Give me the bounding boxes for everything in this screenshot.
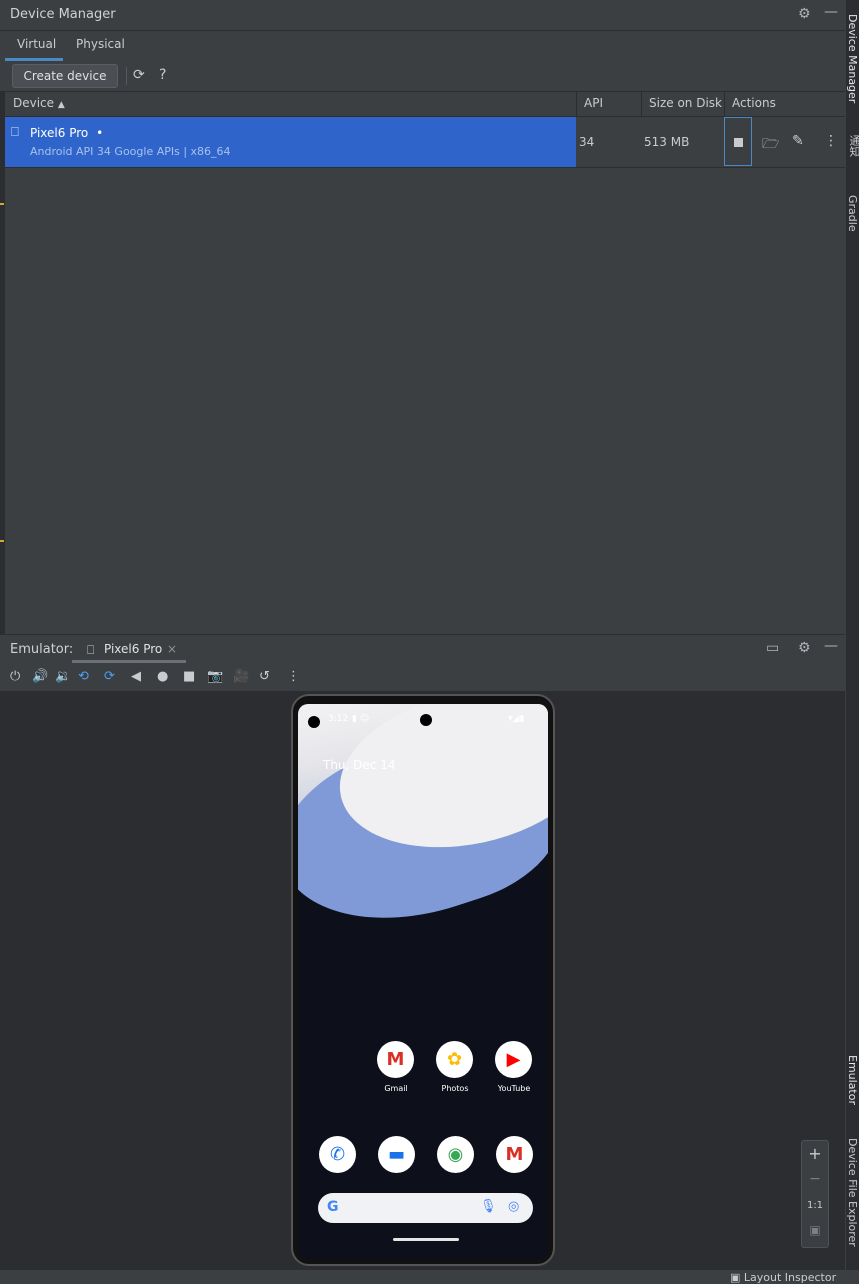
create-device-button[interactable]: Create device [12,64,118,88]
maximize-icon[interactable]: ▭ [766,640,779,656]
column-separator [724,92,725,116]
phone-frame: 3:12 ▮ ☺ ▾◢▮ Thu, Dec 14 M Gmail ✿ Photo… [291,694,555,1266]
notifications-tool-tab[interactable]: 通知 [846,135,859,157]
device-file-explorer-tool-tab[interactable]: Device File Explorer [846,1138,859,1247]
toolbar-divider [126,67,127,85]
edge-marker [0,540,4,542]
column-separator [576,92,577,116]
gesture-home-bar[interactable] [393,1238,459,1241]
snapshot-icon[interactable]: ↺ [259,669,270,684]
active-tab-indicator [72,660,186,663]
overview-icon[interactable]: ■ [183,669,195,684]
bottom-status-bar: ▣ Layout Inspector [0,1270,859,1284]
column-actions: Actions [732,96,776,110]
table-row[interactable]: ⎕ Pixel6 Pro • Android API 34 Google API… [5,117,576,167]
column-separator [641,92,642,116]
layout-inspector-tab[interactable]: ▣ Layout Inspector [730,1271,836,1284]
device-manager-titlebar: Device Manager ⚙ — [0,0,845,31]
volume-up-icon[interactable]: 🔊 [32,669,48,684]
zoom-in-button[interactable]: + [802,1144,828,1163]
notification-icons: ▮ ☺ [352,714,370,724]
device-details: Android API 34 Google APIs | x86_64 [30,145,231,158]
camera-icon[interactable]: 📷 [207,669,223,684]
device-table-header: Device ▲ API Size on Disk Actions [5,92,845,117]
signal-battery-icons: ▾◢▮ [508,714,525,724]
table-row-cells: 34 513 MB 🗁 ✎ ⋮ [576,117,845,167]
device-name: Pixel6 Pro • [30,126,104,140]
app-label: Gmail [384,1084,408,1093]
microphone-icon[interactable]: 🎙 [480,1199,497,1214]
gmail-app-icon[interactable]: M [377,1041,414,1078]
emulator-label: Emulator: [10,642,74,657]
column-size[interactable]: Size on Disk [649,96,722,110]
zoom-actual-size-button[interactable]: 1:1 [802,1200,828,1211]
back-icon[interactable]: ◀ [131,669,141,684]
zoom-controls: + − 1:1 ▣ [801,1140,829,1248]
power-icon[interactable]: ⏻ [10,669,20,684]
gmail-dock-icon[interactable]: M [496,1136,533,1173]
emulator-toolbar: ⏻ 🔊 🔉 ⟲ ⟳ ◀ ● ■ 📷 🎥 ↺ ⋮ [0,664,845,691]
date-widget[interactable]: Thu, Dec 14 [323,758,395,772]
screen-record-icon[interactable]: 🎥 [233,669,249,684]
tab-physical[interactable]: Physical [76,37,125,51]
device-list-empty-area [5,168,845,634]
more-options-icon[interactable]: ⋮ [824,133,838,149]
device-api: 34 [579,135,595,149]
virtual-device-icon: ⎕ [11,125,19,140]
minimize-icon[interactable]: — [824,4,838,20]
tab-virtual[interactable]: Virtual [17,37,56,51]
photos-app-icon[interactable]: ✿ [436,1041,473,1078]
app-label: YouTube [497,1084,531,1093]
front-camera [420,714,432,726]
right-tool-strip: Device Manager 通知 Gradle Emulator Device… [845,0,859,1284]
phone-app-icon[interactable]: ✆ [319,1136,356,1173]
folder-open-icon[interactable]: 🗁 [762,133,779,157]
device-type-tabs: Virtual Physical [0,31,845,61]
home-icon[interactable]: ● [157,669,168,684]
edge-marker [0,203,4,205]
google-logo-icon: G [327,1199,339,1215]
status-time: 3:12 [328,714,349,724]
more-options-icon[interactable]: ⋮ [287,669,300,684]
close-tab-icon[interactable]: × [167,642,177,656]
emulator-device-tab[interactable]: Pixel6 Pro [104,642,162,656]
column-api[interactable]: API [584,96,603,110]
device-manager-title: Device Manager [10,7,116,22]
stop-icon [734,138,743,147]
zoom-out-button[interactable]: − [802,1171,828,1187]
fit-screen-icon[interactable]: ▣ [802,1223,828,1237]
minimize-icon[interactable]: — [824,638,838,654]
google-search-bar[interactable]: G 🎙 ◎ [318,1193,533,1223]
chrome-app-icon[interactable]: ◉ [437,1136,474,1173]
emulator-tool-tab[interactable]: Emulator [846,1055,859,1105]
gear-icon[interactable]: ⚙ [798,640,811,656]
column-device[interactable]: Device ▲ [13,96,65,110]
device-toolbar: Create device ⟳ ? [0,61,845,91]
gear-icon[interactable]: ⚙ [798,6,811,22]
status-dot [308,716,320,728]
messages-app-icon[interactable]: ▬ [378,1136,415,1173]
emulator-titlebar: Emulator: ⎕ Pixel6 Pro × ▭ ⚙ — [0,634,845,665]
rotate-left-icon[interactable]: ⟲ [78,669,89,684]
sort-ascending-icon: ▲ [57,100,65,110]
column-device-label: Device [13,96,55,110]
refresh-icon[interactable]: ⟳ [133,67,145,83]
volume-down-icon[interactable]: 🔉 [55,669,71,684]
youtube-app-icon[interactable]: ▶ [495,1041,532,1078]
rotate-right-icon[interactable]: ⟳ [104,669,115,684]
app-label: Photos [441,1084,469,1093]
device-manager-tool-tab[interactable]: Device Manager [846,14,859,103]
wallpaper [298,704,548,964]
stop-button[interactable] [724,117,752,166]
device-size: 513 MB [644,135,690,149]
lens-icon[interactable]: ◎ [508,1199,519,1214]
gradle-tool-tab[interactable]: Gradle [846,195,859,232]
phone-screen[interactable]: 3:12 ▮ ☺ ▾◢▮ Thu, Dec 14 M Gmail ✿ Photo… [298,704,548,1259]
device-tab-icon: ⎕ [87,643,95,657]
help-icon[interactable]: ? [159,67,166,83]
edit-icon[interactable]: ✎ [792,133,804,149]
